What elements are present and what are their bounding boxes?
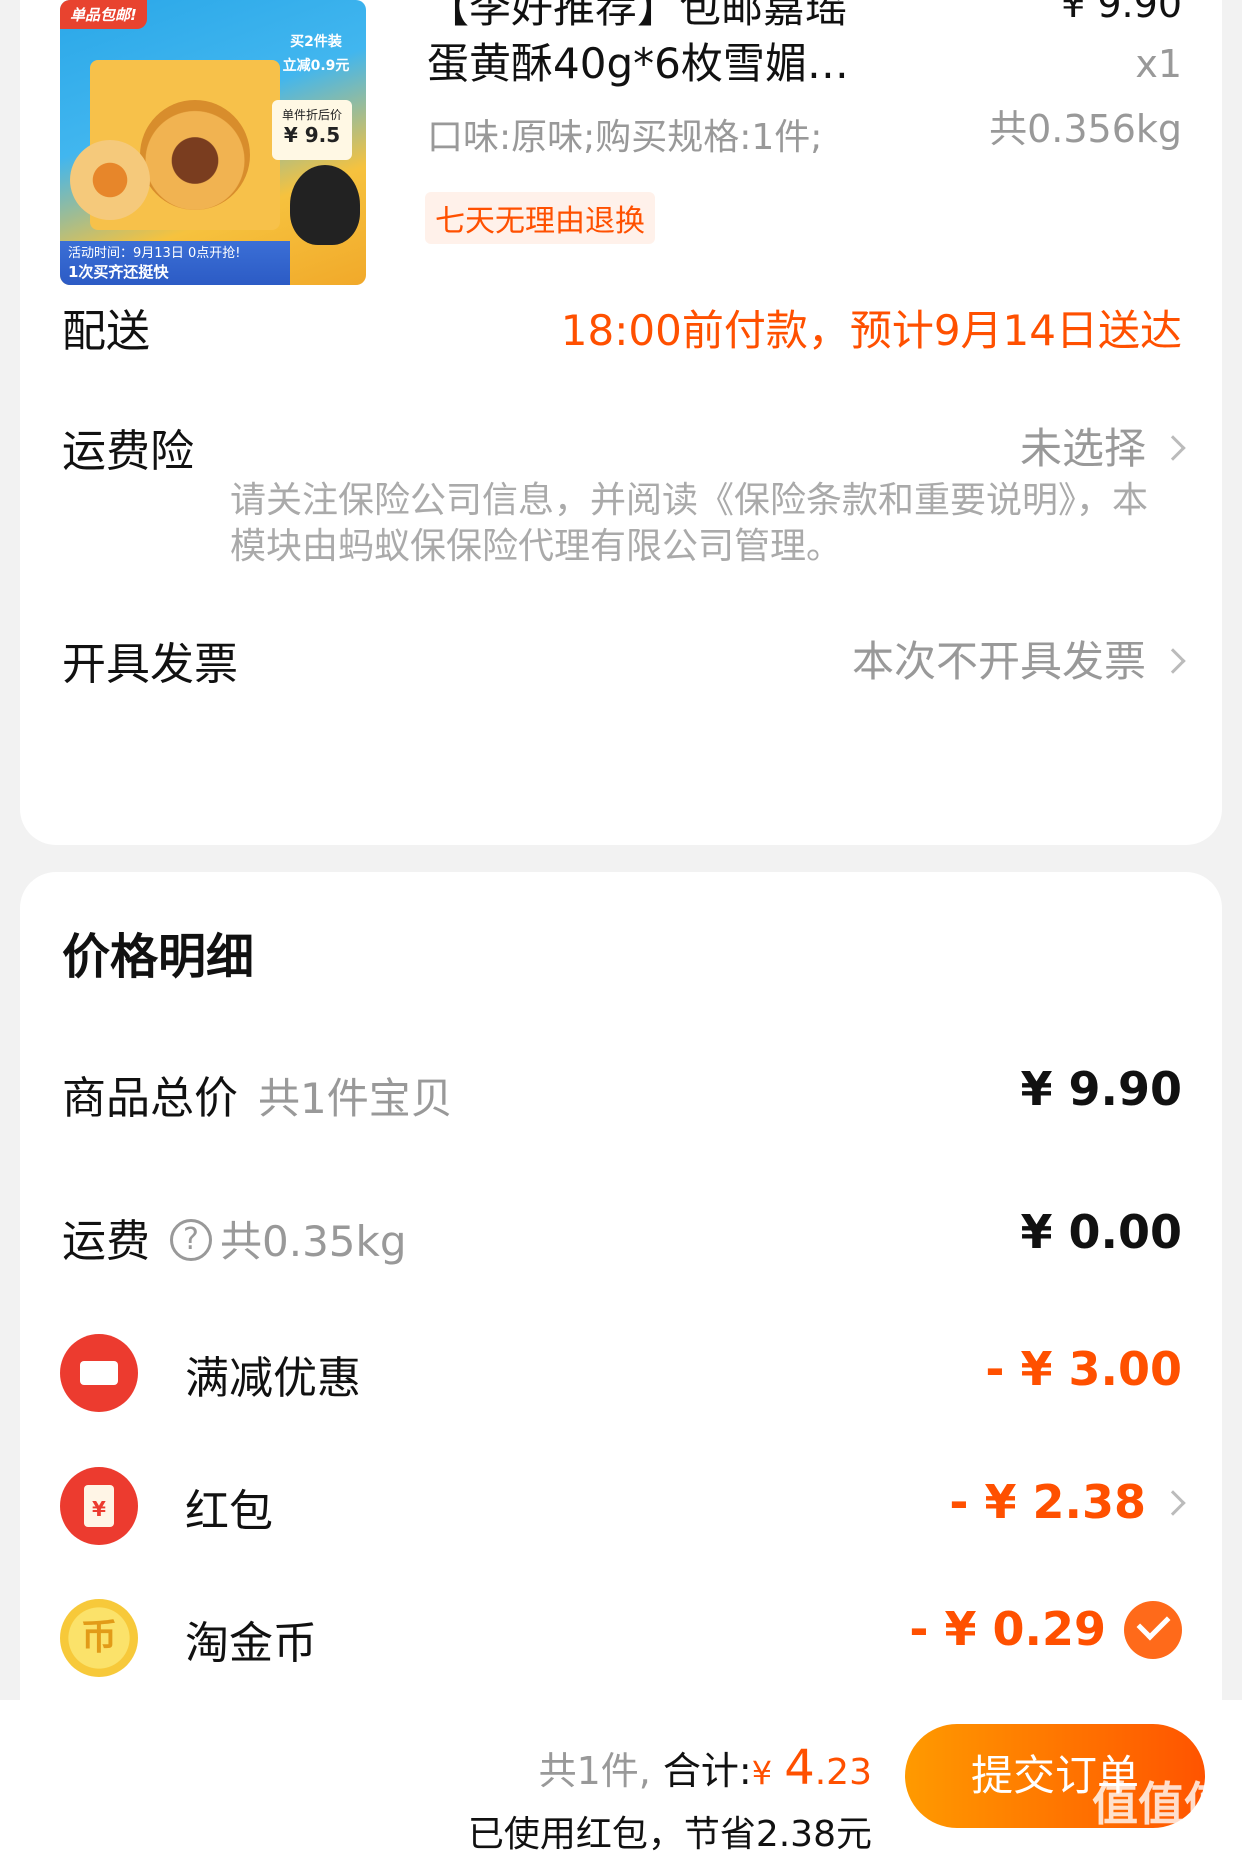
total-amount: 4.23 — [784, 1740, 872, 1796]
chevron-right-icon — [1160, 1489, 1186, 1516]
goods-total-text: 商品总价 — [62, 1073, 238, 1124]
redpacket-value: - ¥ 2.38 — [949, 1475, 1146, 1529]
invoice-row[interactable]: 本次不开具发票 — [851, 628, 1186, 689]
coupon-icon — [60, 1334, 138, 1412]
thumb-promo1: 买2件装 — [290, 34, 342, 50]
shipping-sub: 共0.35kg — [220, 1217, 407, 1266]
total-yen: ¥ — [751, 1754, 773, 1792]
thumb-unit-price: 单件折后价 ¥ 9.5 — [272, 100, 352, 160]
item-count: 共1件, — [538, 1749, 651, 1793]
delivery-value: 18:00前付款，预计9月14日送达 — [560, 306, 1182, 355]
product-quantity: x1 — [1135, 42, 1182, 86]
total-int: 4 — [784, 1740, 815, 1796]
gold-coin-icon: 币 — [60, 1599, 138, 1677]
help-icon[interactable]: ? — [170, 1219, 212, 1261]
chevron-right-icon — [1160, 434, 1186, 461]
thumb-unit-label: 单件折后价 — [281, 108, 342, 122]
thumb-promo2: 立减0.9元 — [282, 58, 350, 74]
egg-yolk-puff-image — [140, 100, 250, 210]
insurance-label: 运费险 — [62, 426, 194, 477]
redpacket-label: 红包 — [185, 1486, 273, 1537]
savings-text: 已使用红包，节省2.38元 — [467, 1814, 872, 1855]
coin-value: - ¥ 0.29 — [909, 1602, 1106, 1656]
thumb-strip: 活动时间：9月13日 0点开抢! 1次买齐还挺快 — [60, 241, 290, 285]
redpacket-row[interactable]: - ¥ 2.38 — [949, 1475, 1186, 1529]
product-spec[interactable]: 口味:原味;购买规格:1件; — [427, 108, 822, 160]
egg-yolk-puff-half-image — [70, 140, 150, 220]
discount-value: - ¥ 3.00 — [985, 1342, 1182, 1396]
product-price: ¥ 9.90 — [1061, 0, 1182, 26]
order-total: 共1件, 合计:¥ 4.23 — [539, 1740, 872, 1796]
goods-total-sub: 共1件宝贝 — [258, 1074, 453, 1123]
coin-row[interactable]: - ¥ 0.29 — [909, 1600, 1182, 1663]
chevron-right-icon — [1160, 647, 1186, 674]
watermark-sub: zhizhizhi.com — [1121, 1834, 1230, 1853]
invoice-value: 本次不开具发票 — [851, 637, 1146, 686]
product-thumbnail[interactable]: 单品包邮! 买2件装 立减0.9元 单件折后价 ¥ 9.5 活动时间：9月13日… — [60, 0, 366, 285]
product-title[interactable]: 【李好推荐】包邮嘉瑶 蛋黄酥40g*6枚雪媚… — [427, 0, 927, 92]
goods-total-value: ¥ 9.90 — [1020, 1062, 1182, 1116]
delivery-label: 配送 — [62, 306, 150, 357]
checkout-bar: 共1件, 合计:¥ 4.23 已使用红包，节省2.38元 提交订单 值值值 zh… — [0, 1700, 1242, 1863]
price-detail-title: 价格明细 — [62, 929, 255, 985]
shipping-text: 运费 — [62, 1216, 150, 1267]
total-dec: .23 — [814, 1752, 872, 1793]
insurance-value: 未选择 — [1019, 424, 1146, 473]
shipping-value: ¥ 0.00 — [1020, 1205, 1182, 1259]
thumb-activity: 活动时间：9月13日 0点开抢! — [68, 246, 241, 261]
coin-label: 淘金币 — [185, 1618, 317, 1669]
product-weight: 共0.356kg — [989, 107, 1182, 151]
product-title-line2: 蛋黄酥40g*6枚雪媚… — [427, 39, 849, 88]
red-packet-icon: ¥ — [60, 1467, 138, 1545]
thumb-unit-value: ¥ 9.5 — [283, 123, 341, 147]
thumb-promo: 买2件装 立减0.9元 — [276, 30, 356, 78]
thumb-slogan: 1次买齐还挺快 — [68, 263, 169, 281]
invoice-label: 开具发票 — [62, 639, 238, 690]
check-icon[interactable] — [1124, 1600, 1182, 1659]
total-label: 合计: — [662, 1749, 752, 1793]
goods-total-label: 商品总价 共1件宝贝 — [62, 1062, 453, 1126]
return-policy-tag: 七天无理由退换 — [425, 192, 655, 244]
product-title-line1: 【李好推荐】包邮嘉瑶 — [427, 0, 848, 32]
insurance-notice: 请关注保险公司信息，并阅读《保险条款和重要说明》，本模块由蚂蚁保保险代理有限公司… — [230, 480, 1149, 567]
insurance-row[interactable]: 未选择 — [1019, 415, 1186, 476]
order-card: 单品包邮! 买2件装 立减0.9元 单件折后价 ¥ 9.5 活动时间：9月13日… — [20, 0, 1222, 845]
discount-label: 满减优惠 — [185, 1353, 361, 1404]
shipping-label: 运费? 共0.35kg — [62, 1205, 407, 1269]
watermark: 值值值 zhizhizhi.com — [1092, 1768, 1230, 1853]
watermark-text: 值值值 — [1092, 1777, 1230, 1831]
thumb-ribbon: 单品包邮! — [60, 0, 147, 29]
tmall-cat-icon — [290, 165, 360, 245]
